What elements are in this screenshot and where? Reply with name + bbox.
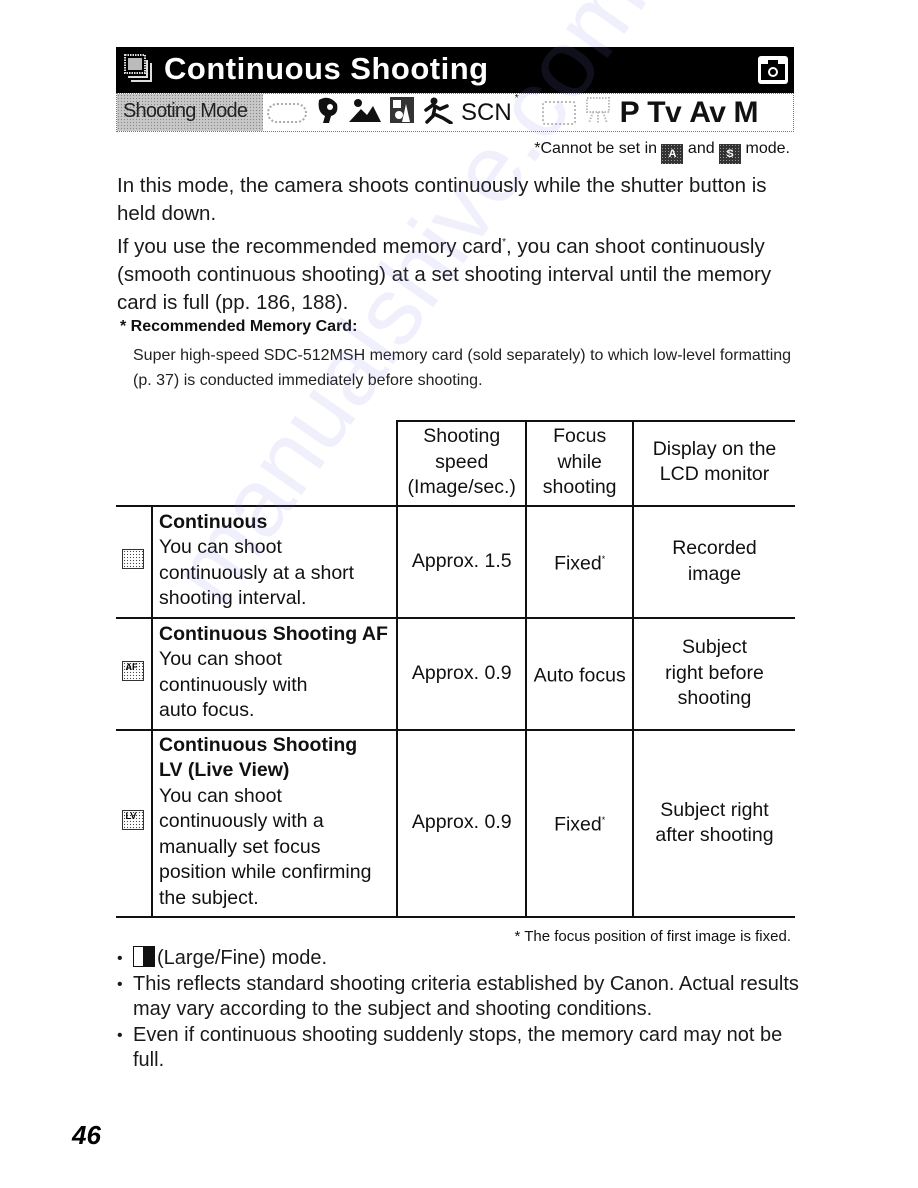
av-mode: Av — [689, 95, 726, 129]
cannot-set-note: *Cannot be set in A and S mode. — [534, 140, 790, 164]
row-display: Subject right after shooting — [632, 728, 795, 918]
note-item: This reflects standard shooting criteria… — [117, 972, 807, 1023]
table-row: LV Continuous Shooting LV (Live View) Yo… — [116, 728, 795, 918]
portrait-mode-icon — [315, 96, 341, 129]
movie-mode-icon — [584, 96, 612, 129]
row-speed: Approx. 0.9 — [397, 616, 528, 730]
intro-text: In this mode, the camera shoots continuo… — [117, 172, 797, 317]
row-description: You can shoot continuously with auto foc… — [158, 648, 308, 721]
continuous-modes-table: Shooting speed (Image/sec.) Focus while … — [116, 420, 795, 918]
table-row: Continuous You can shoot continuously at… — [116, 504, 795, 618]
scn-mode-icon: SCN * — [461, 92, 519, 126]
mode-icons: SCN * P Tv Av M — [267, 92, 758, 131]
row-speed: Approx. 1.5 — [397, 504, 528, 618]
continuous-shooting-icon — [124, 54, 154, 84]
row-title: Continuous — [158, 510, 268, 533]
p-mode: P — [619, 95, 640, 129]
row-display: Subject right before shooting — [632, 616, 795, 730]
recommended-card-title: * Recommended Memory Card: — [120, 318, 358, 335]
page-number: 46 — [72, 1120, 101, 1150]
landscape-mode-icon — [349, 97, 381, 128]
note-item: Even if continuous shooting suddenly sto… — [117, 1023, 807, 1074]
row-focus: Fixed* — [526, 504, 634, 618]
row-description: You can shoot continuously with a manual… — [158, 784, 372, 909]
notes-list: (Large/Fine) mode. This reflects standar… — [117, 946, 807, 1074]
page-title: Continuous Shooting — [164, 51, 489, 86]
row-title: Continuous Shooting LV (Live View) — [158, 733, 358, 782]
intro-paragraph-1: In this mode, the camera shoots continuo… — [117, 174, 767, 226]
shooting-mode-strip: Shooting Mode SCN * P Tv Av M — [116, 93, 794, 132]
row-focus: Fixed* — [526, 728, 634, 918]
continuous-lv-icon: LV — [122, 810, 145, 830]
header-display: Display on the LCD monitor — [631, 420, 795, 506]
recommended-card-text: Super high-speed SDC-512MSH memory card … — [133, 347, 792, 389]
auto-mode-icon — [267, 102, 307, 123]
note-item: (Large/Fine) mode. — [117, 946, 807, 972]
night-scene-mode-icon — [389, 96, 415, 129]
large-fine-icon — [133, 946, 155, 967]
m-mode: M — [733, 95, 758, 129]
sports-mode-icon — [423, 96, 453, 129]
intro-paragraph-2: If you use the recommended memory card*,… — [117, 234, 772, 315]
shooting-mode-label: Shooting Mode — [123, 100, 248, 122]
table-header-row: Shooting speed (Image/sec.) Focus while … — [116, 420, 795, 506]
table-footnote: * The focus position of first image is f… — [514, 928, 791, 945]
row-focus: Auto focus — [526, 616, 634, 730]
stitch-dial-icon: S — [719, 144, 742, 164]
title-bar: Continuous Shooting — [116, 47, 794, 93]
stitch-assist-mode-icon — [541, 100, 576, 125]
header-shooting-speed: Shooting speed (Image/sec.) — [396, 420, 527, 506]
shooting-mode-label-box: Shooting Mode — [117, 94, 263, 131]
continuous-icon — [122, 548, 145, 569]
table-row: AF Continuous Shooting AF You can shoot … — [116, 616, 795, 730]
row-description: You can shoot continuously at a short sh… — [158, 536, 355, 609]
auto-dial-icon: A — [661, 144, 684, 164]
row-speed: Approx. 0.9 — [397, 728, 528, 918]
camera-icon — [758, 56, 788, 84]
table-header-blank — [116, 421, 397, 506]
tv-mode: Tv — [647, 95, 682, 129]
row-display: Recorded image — [632, 504, 795, 618]
header-focus: Focus while shooting — [525, 420, 633, 506]
continuous-af-icon: AF — [122, 660, 145, 681]
row-title: Continuous Shooting AF — [158, 622, 388, 645]
